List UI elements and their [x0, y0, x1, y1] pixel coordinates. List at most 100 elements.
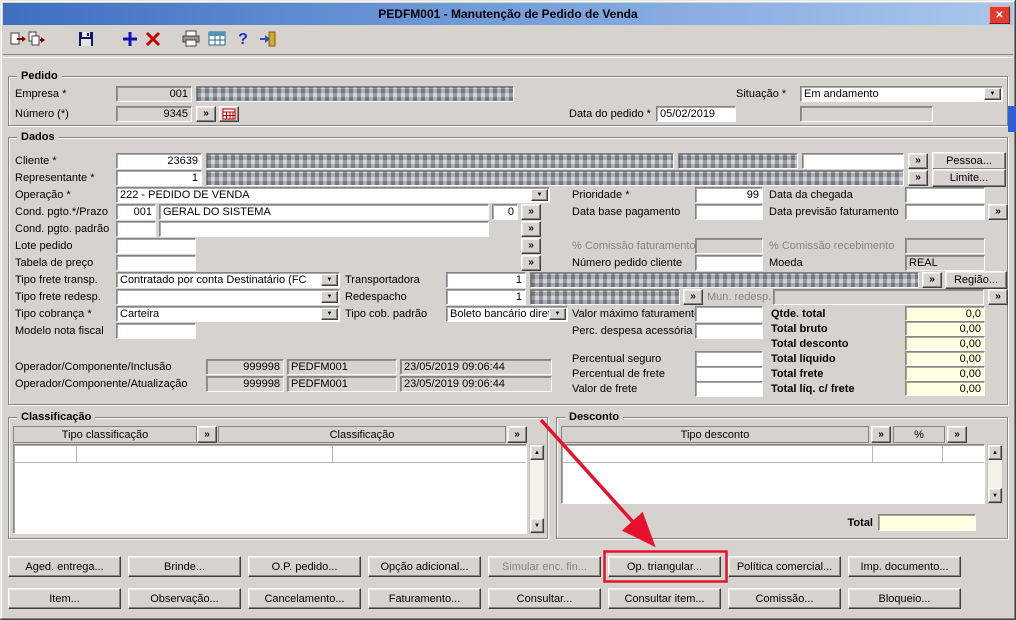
desconto-pct-expand-button[interactable]: »: [947, 426, 967, 443]
lote-expand-button[interactable]: »: [521, 238, 541, 254]
help-icon[interactable]: ?: [233, 29, 253, 49]
redespacho-expand-button[interactable]: »: [683, 289, 703, 305]
operador-inclusao-datahora: 23/05/2019 09:06:44: [400, 359, 552, 375]
simular-enc-fin-button: Simular enc. fin...: [488, 556, 601, 577]
scroll-up-icon[interactable]: ▲: [988, 445, 1002, 460]
dropdown-arrow-icon[interactable]: ▼: [321, 274, 338, 286]
dropdown-arrow-icon[interactable]: ▼: [984, 88, 1001, 100]
item-button[interactable]: Item...: [8, 588, 121, 609]
tabela-preco-expand-button[interactable]: »: [521, 255, 541, 271]
scroll-down-icon[interactable]: ▼: [530, 518, 544, 533]
limite-button[interactable]: Limite...: [932, 169, 1006, 187]
cliente-nome-field-redacted: [206, 153, 674, 169]
op-pedido-button[interactable]: O.P. pedido...: [248, 556, 361, 577]
comissao-fat-label: % Comissão faturamento: [572, 240, 696, 252]
data-chegada-field[interactable]: [905, 187, 985, 203]
classificacao-class-expand-button[interactable]: »: [507, 426, 527, 443]
cond-pgto-expand-button[interactable]: »: [521, 204, 541, 220]
regiao-button[interactable]: Região...: [945, 271, 1007, 289]
exit-icon[interactable]: [258, 29, 278, 49]
modelo-nf-field[interactable]: [116, 323, 196, 339]
pedido-group: Pedido Empresa * 001 Situação * Em andam…: [8, 70, 1008, 126]
valor-maximo-field[interactable]: [695, 306, 763, 322]
data-pedido-field[interactable]: 05/02/2019: [656, 106, 736, 122]
nav-copy-icon[interactable]: [27, 29, 47, 49]
opcao-adicional-button[interactable]: Opção adicional...: [368, 556, 481, 577]
mun-redesp-expand-button[interactable]: »: [988, 289, 1008, 305]
op-triangular-button[interactable]: Op. triangular...: [608, 556, 721, 577]
perc-despesa-field[interactable]: [695, 323, 763, 339]
numero-pedido-cliente-field[interactable]: [695, 255, 763, 271]
redespacho-field[interactable]: 1: [446, 289, 526, 305]
dropdown-arrow-icon[interactable]: ▼: [549, 308, 566, 320]
scroll-up-icon[interactable]: ▲: [530, 445, 544, 460]
calendar-button[interactable]: [219, 106, 239, 122]
cond-pgto-padrao-desc-field[interactable]: [159, 221, 489, 237]
desconto-scrollbar[interactable]: ▲ ▼: [987, 444, 1003, 504]
numero-expand-button[interactable]: »: [196, 106, 216, 122]
dropdown-arrow-icon[interactable]: ▼: [321, 308, 338, 320]
cond-pgto-prazo-field[interactable]: 0: [492, 204, 518, 220]
data-base-field[interactable]: [695, 204, 763, 220]
tipo-cobranca-select[interactable]: Carteira ▼: [116, 306, 340, 322]
classificacao-scrollbar[interactable]: ▲ ▼: [529, 444, 545, 534]
representante-expand-button[interactable]: »: [908, 170, 928, 186]
tabela-preco-field[interactable]: [116, 255, 196, 271]
tipo-cob-padrao-select[interactable]: Boleto bancário direto ▼: [446, 306, 568, 322]
cliente-expand-button[interactable]: »: [908, 153, 928, 169]
prioridade-field[interactable]: 99: [695, 187, 763, 203]
tipo-frete-transp-select[interactable]: Contratado por conta Destinatário (FC ▼: [116, 272, 340, 288]
representante-field[interactable]: 1: [116, 170, 202, 186]
politica-comercial-button[interactable]: Política comercial...: [728, 556, 841, 577]
transportadora-expand-button[interactable]: »: [922, 272, 942, 288]
numero-field: 9345: [116, 106, 192, 122]
data-base-label: Data base pagamento: [572, 206, 681, 218]
situacao-select[interactable]: Em andamento ▼: [800, 86, 1003, 102]
transportadora-field[interactable]: 1: [446, 272, 526, 288]
representante-nome-field-redacted: [206, 170, 904, 186]
bloqueio-button[interactable]: Bloqueio...: [848, 588, 961, 609]
observacao-button[interactable]: Observação...: [128, 588, 241, 609]
classificacao-tipo-expand-button[interactable]: »: [197, 426, 217, 443]
data-previsao-expand-button[interactable]: »: [988, 204, 1008, 220]
cond-pgto-desc-field[interactable]: GERAL DO SISTEMA: [159, 204, 489, 220]
nav-transfer-icon[interactable]: [8, 29, 28, 49]
perc-despesa-label: Perc. despesa acessória: [572, 325, 693, 337]
percentual-seguro-field[interactable]: [695, 351, 763, 367]
title-bar[interactable]: PEDFM001 - Manutenção de Pedido de Venda: [3, 3, 1013, 25]
cond-pgto-code-field[interactable]: 001: [116, 204, 156, 220]
cond-pgto-padrao-expand-button[interactable]: »: [521, 221, 541, 237]
desconto-table[interactable]: [561, 444, 985, 504]
scroll-down-icon[interactable]: ▼: [988, 488, 1002, 503]
tipo-frete-redesp-select[interactable]: ▼: [116, 289, 340, 305]
consultar-item-button[interactable]: Consultar item...: [608, 588, 721, 609]
pessoa-button[interactable]: Pessoa...: [932, 152, 1006, 170]
add-icon[interactable]: [120, 29, 140, 49]
cliente-aux-field[interactable]: [802, 153, 904, 169]
print-icon[interactable]: [181, 29, 201, 49]
valor-frete-field[interactable]: [695, 381, 763, 397]
data-previsao-field[interactable]: [905, 204, 985, 220]
cond-pgto-padrao-field[interactable]: [116, 221, 156, 237]
cliente-field[interactable]: 23639: [116, 153, 202, 169]
aged-entrega-button[interactable]: Aged. entrega...: [8, 556, 121, 577]
delete-icon[interactable]: [143, 29, 163, 49]
percentual-frete-field[interactable]: [695, 366, 763, 382]
total-value: 0,00: [905, 366, 985, 381]
comissao-button[interactable]: Comissão...: [728, 588, 841, 609]
cancelamento-button[interactable]: Cancelamento...: [248, 588, 361, 609]
faturamento-button[interactable]: Faturamento...: [368, 588, 481, 609]
consultar-button[interactable]: Consultar...: [488, 588, 601, 609]
imp-documento-button[interactable]: Imp. documento...: [848, 556, 961, 577]
svg-text:?: ?: [238, 31, 248, 48]
operacao-select[interactable]: 222 - PEDIDO DE VENDA ▼: [116, 187, 550, 203]
close-button[interactable]: ✕: [989, 6, 1010, 24]
brinde-button[interactable]: Brinde...: [128, 556, 241, 577]
classificacao-table[interactable]: [13, 444, 527, 534]
dropdown-arrow-icon[interactable]: ▼: [531, 189, 548, 201]
lote-field[interactable]: [116, 238, 196, 254]
table-icon[interactable]: [207, 29, 227, 49]
save-icon[interactable]: [76, 29, 96, 49]
desconto-tipo-expand-button[interactable]: »: [871, 426, 891, 443]
dropdown-arrow-icon[interactable]: ▼: [321, 291, 338, 303]
